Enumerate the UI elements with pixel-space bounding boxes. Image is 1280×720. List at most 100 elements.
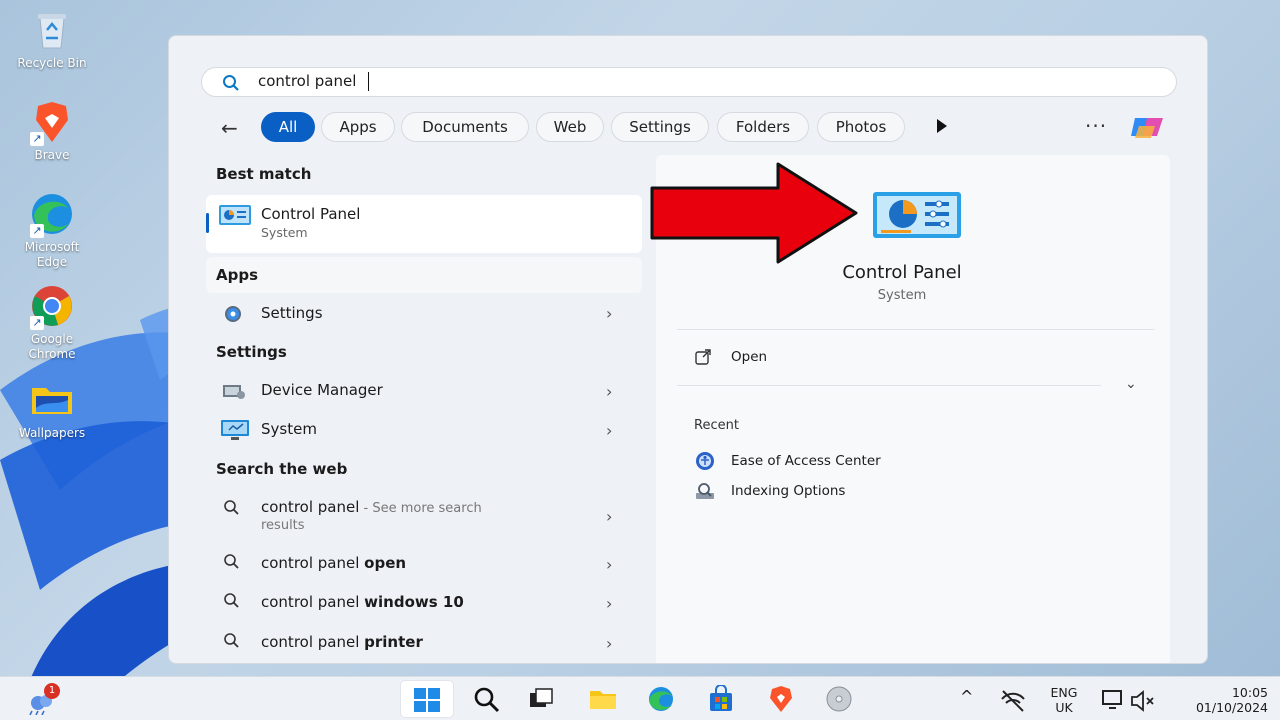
filter-tab-photos[interactable]: Photos bbox=[817, 112, 905, 142]
divider bbox=[677, 385, 1101, 386]
chevron-right-icon[interactable]: › bbox=[606, 634, 612, 653]
network-disconnected-icon[interactable] bbox=[998, 687, 1028, 715]
web-result-see-more[interactable]: control panel - See more search results bbox=[219, 494, 619, 540]
microsoft-store-icon[interactable] bbox=[706, 685, 736, 713]
keyboard-region: UK bbox=[1055, 700, 1073, 715]
selection-indicator bbox=[206, 213, 209, 233]
desktop-icon-label: Microsoft Edge bbox=[24, 240, 80, 269]
brave-icon: ↗ bbox=[28, 98, 76, 146]
copilot-icon[interactable] bbox=[1127, 112, 1169, 142]
chevron-up-icon[interactable]: ^ bbox=[960, 689, 973, 705]
desktop-icon-label: Google Chrome bbox=[28, 332, 76, 361]
clock-time: 10:05 bbox=[1231, 685, 1268, 700]
edge-icon[interactable] bbox=[646, 685, 676, 713]
best-match-subtitle: System bbox=[261, 225, 308, 240]
more-options-icon[interactable]: ··· bbox=[1085, 114, 1107, 138]
start-button[interactable] bbox=[400, 680, 454, 718]
filter-tab-folders[interactable]: Folders bbox=[717, 112, 809, 142]
display-icon[interactable] bbox=[1100, 687, 1130, 715]
filter-tab-web[interactable]: Web bbox=[536, 112, 604, 142]
dvd-drive-icon[interactable] bbox=[824, 685, 854, 713]
control-panel-icon bbox=[219, 205, 251, 225]
desktop-icon-brave[interactable]: ↗ Brave bbox=[8, 98, 96, 163]
desktop-icon-label: Wallpapers bbox=[18, 426, 86, 440]
folder-icon bbox=[28, 376, 76, 424]
recent-header: Recent bbox=[694, 418, 739, 433]
taskbar: 1 ^ ENG UK 10:05 01/10/2024 bbox=[0, 676, 1280, 720]
start-search-panel: control panel ← All Apps Documents Web S… bbox=[168, 35, 1208, 664]
windows-logo-icon bbox=[414, 688, 440, 712]
search-icon bbox=[224, 554, 239, 569]
desktop-icon-label: Brave bbox=[34, 148, 70, 162]
filter-tab-all[interactable]: All bbox=[261, 112, 315, 142]
web-result-hint: - See more search bbox=[359, 501, 482, 516]
shortcut-arrow-icon: ↗ bbox=[30, 316, 44, 330]
back-arrow-icon[interactable]: ← bbox=[221, 116, 238, 140]
web-result-hint-line2: results bbox=[261, 518, 305, 533]
taskbar-search-icon[interactable] bbox=[472, 685, 502, 713]
scroll-right-icon[interactable] bbox=[937, 119, 947, 133]
clock-date: 01/10/2024 bbox=[1195, 700, 1268, 715]
search-icon bbox=[224, 593, 239, 608]
chevron-right-icon[interactable]: › bbox=[606, 421, 612, 440]
web-result-suggestion: open bbox=[364, 554, 407, 572]
chevron-right-icon[interactable]: › bbox=[606, 304, 612, 323]
search-icon bbox=[223, 75, 239, 91]
best-match-header: Best match bbox=[216, 165, 312, 183]
settings-section-header: Settings bbox=[216, 343, 287, 361]
brave-icon[interactable] bbox=[766, 685, 796, 713]
apps-section-header-bg bbox=[206, 257, 642, 293]
web-result-query: control panel bbox=[261, 498, 360, 516]
edge-icon: ↗ bbox=[28, 190, 76, 238]
web-result-suggestion: printer bbox=[364, 633, 423, 651]
notification-badge: 1 bbox=[44, 683, 60, 699]
search-icon bbox=[224, 500, 239, 515]
gear-icon bbox=[225, 306, 241, 322]
file-explorer-icon[interactable] bbox=[588, 685, 618, 713]
task-view-icon[interactable] bbox=[526, 685, 556, 713]
system-monitor-icon bbox=[221, 420, 249, 440]
recent-item-label: Indexing Options bbox=[731, 483, 846, 499]
chevron-right-icon[interactable]: › bbox=[606, 382, 612, 401]
settings-result-label: Device Manager bbox=[261, 381, 383, 399]
open-external-icon bbox=[695, 349, 711, 365]
preview-subtitle: System bbox=[877, 288, 927, 303]
settings-result-label: System bbox=[261, 420, 317, 438]
search-icon bbox=[224, 633, 239, 648]
desktop-icon-edge[interactable]: ↗ Microsoft Edge bbox=[8, 190, 96, 270]
web-result-suggestion: windows 10 bbox=[364, 593, 464, 611]
chevron-right-icon[interactable]: › bbox=[606, 594, 612, 613]
clock[interactable]: 10:05 01/10/2024 bbox=[1176, 685, 1268, 715]
web-result-query: control panel bbox=[261, 593, 365, 611]
web-result-query: control panel bbox=[261, 633, 365, 651]
chevron-right-icon[interactable]: › bbox=[606, 555, 612, 574]
filter-tab-settings[interactable]: Settings bbox=[611, 112, 709, 142]
text-caret bbox=[368, 72, 369, 91]
settings-result-device-manager[interactable]: Device Manager bbox=[219, 375, 619, 407]
web-result-windows-10[interactable]: control panel windows 10 bbox=[219, 587, 619, 619]
chevron-right-icon[interactable]: › bbox=[606, 507, 612, 526]
web-result-printer[interactable]: control panel printer bbox=[219, 627, 619, 659]
language-indicator[interactable]: ENG UK bbox=[1044, 685, 1084, 715]
device-manager-icon bbox=[223, 385, 245, 399]
desktop-icon-wallpapers[interactable]: Wallpapers bbox=[8, 376, 96, 441]
settings-result-system[interactable]: System bbox=[219, 414, 619, 446]
filter-tab-apps[interactable]: Apps bbox=[321, 112, 395, 142]
app-result-settings[interactable]: Settings bbox=[219, 298, 619, 330]
chevron-down-icon[interactable]: ⌄ bbox=[1125, 376, 1137, 392]
desktop-icon-label: Recycle Bin bbox=[17, 56, 87, 70]
best-match-row[interactable]: Control Panel System bbox=[219, 199, 619, 249]
volume-muted-icon[interactable] bbox=[1128, 687, 1158, 715]
desktop-icon-chrome[interactable]: ↗ Google Chrome bbox=[8, 282, 96, 362]
search-query-text: control panel bbox=[258, 72, 357, 90]
best-match-title: Control Panel bbox=[261, 205, 361, 223]
recent-item-label: Ease of Access Center bbox=[731, 453, 881, 469]
desktop-icon-recycle-bin[interactable]: Recycle Bin bbox=[8, 6, 96, 71]
filter-tab-documents[interactable]: Documents bbox=[401, 112, 529, 142]
apps-section-header: Apps bbox=[216, 266, 259, 284]
web-result-open[interactable]: control panel open bbox=[219, 548, 619, 580]
open-action[interactable]: Open bbox=[731, 349, 767, 365]
language-code: ENG bbox=[1050, 685, 1078, 700]
control-panel-large-icon bbox=[873, 192, 961, 238]
web-section-header: Search the web bbox=[216, 460, 348, 478]
